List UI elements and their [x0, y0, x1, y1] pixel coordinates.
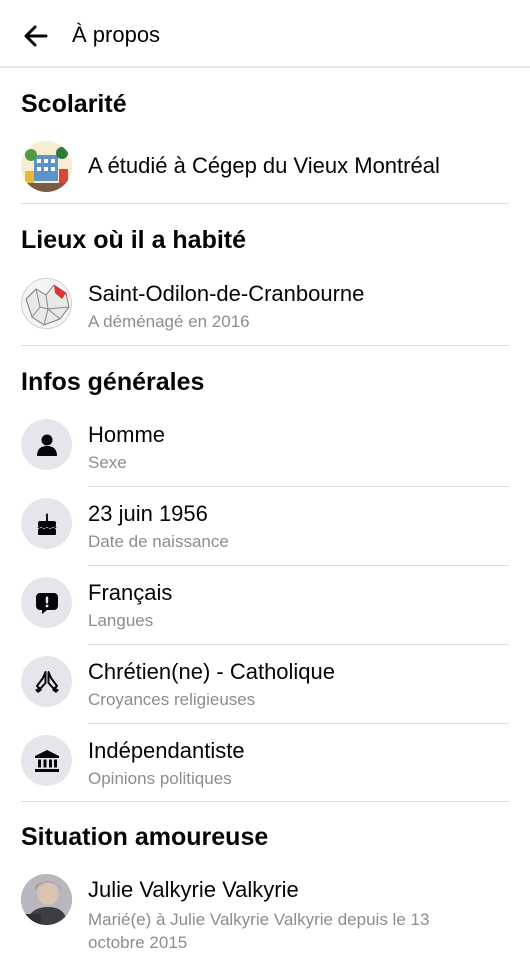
places-section-title: Lieux où il a habité	[21, 226, 247, 254]
partner-name[interactable]: Julie Valkyrie Valkyrie	[88, 877, 299, 903]
speech-bubble-icon	[21, 577, 72, 628]
birthday-cake-icon	[21, 498, 72, 549]
divider	[21, 203, 509, 204]
politics-label: Opinions politiques	[88, 769, 232, 788]
general-section-title: Infos générales	[21, 368, 205, 396]
school-avatar	[21, 141, 72, 192]
religion-label: Croyances religieuses	[88, 690, 256, 709]
divider	[88, 486, 509, 487]
general-item-birthday[interactable]: 23 juin 1956 Date de naissance	[0, 497, 530, 553]
birthday-label: Date de naissance	[88, 532, 229, 551]
person-icon	[21, 419, 72, 470]
relationship-section-title: Situation amoureuse	[21, 823, 269, 851]
divider	[88, 723, 509, 724]
education-section-title: Scolarité	[21, 90, 127, 118]
education-item[interactable]: A étudié à Cégep du Vieux Montréal	[0, 140, 530, 195]
institution-icon	[21, 735, 72, 786]
politics-value: Indépendantiste	[88, 738, 245, 763]
birthday-value: 23 juin 1956	[88, 501, 208, 526]
divider	[88, 565, 509, 566]
general-item-languages[interactable]: Français Langues	[0, 576, 530, 632]
place-item[interactable]: Saint-Odilon-de-Cranbourne A déménagé en…	[0, 277, 530, 333]
divider	[88, 644, 509, 645]
back-arrow-icon	[24, 25, 48, 47]
partner-avatar[interactable]	[21, 874, 72, 925]
place-name: Saint-Odilon-de-Cranbourne	[88, 281, 365, 306]
top-bar: À propos	[0, 0, 530, 68]
general-item-gender[interactable]: Homme Sexe	[0, 418, 530, 474]
relationship-detail: Marié(e) à Julie Valkyrie Valkyrie depui…	[88, 910, 430, 952]
education-text: A étudié à Cégep du Vieux Montréal	[88, 153, 440, 178]
religion-value: Chrétien(ne) - Catholique	[88, 659, 336, 684]
divider	[21, 801, 509, 802]
page-title: À propos	[72, 22, 161, 47]
general-item-politics[interactable]: Indépendantiste Opinions politiques	[0, 734, 530, 790]
divider	[21, 345, 509, 346]
place-map-avatar	[21, 278, 72, 329]
back-button[interactable]	[18, 18, 54, 54]
praying-hands-icon	[21, 656, 72, 707]
place-detail: A déménagé en 2016	[88, 312, 250, 331]
general-item-religion[interactable]: Chrétien(ne) - Catholique Croyances reli…	[0, 655, 530, 711]
relationship-item[interactable]: Julie Valkyrie Valkyrie Marié(e) à Julie…	[0, 873, 530, 953]
gender-value: Homme	[88, 422, 166, 447]
gender-label: Sexe	[88, 453, 127, 472]
languages-label: Langues	[88, 611, 154, 630]
languages-value: Français	[88, 580, 173, 605]
